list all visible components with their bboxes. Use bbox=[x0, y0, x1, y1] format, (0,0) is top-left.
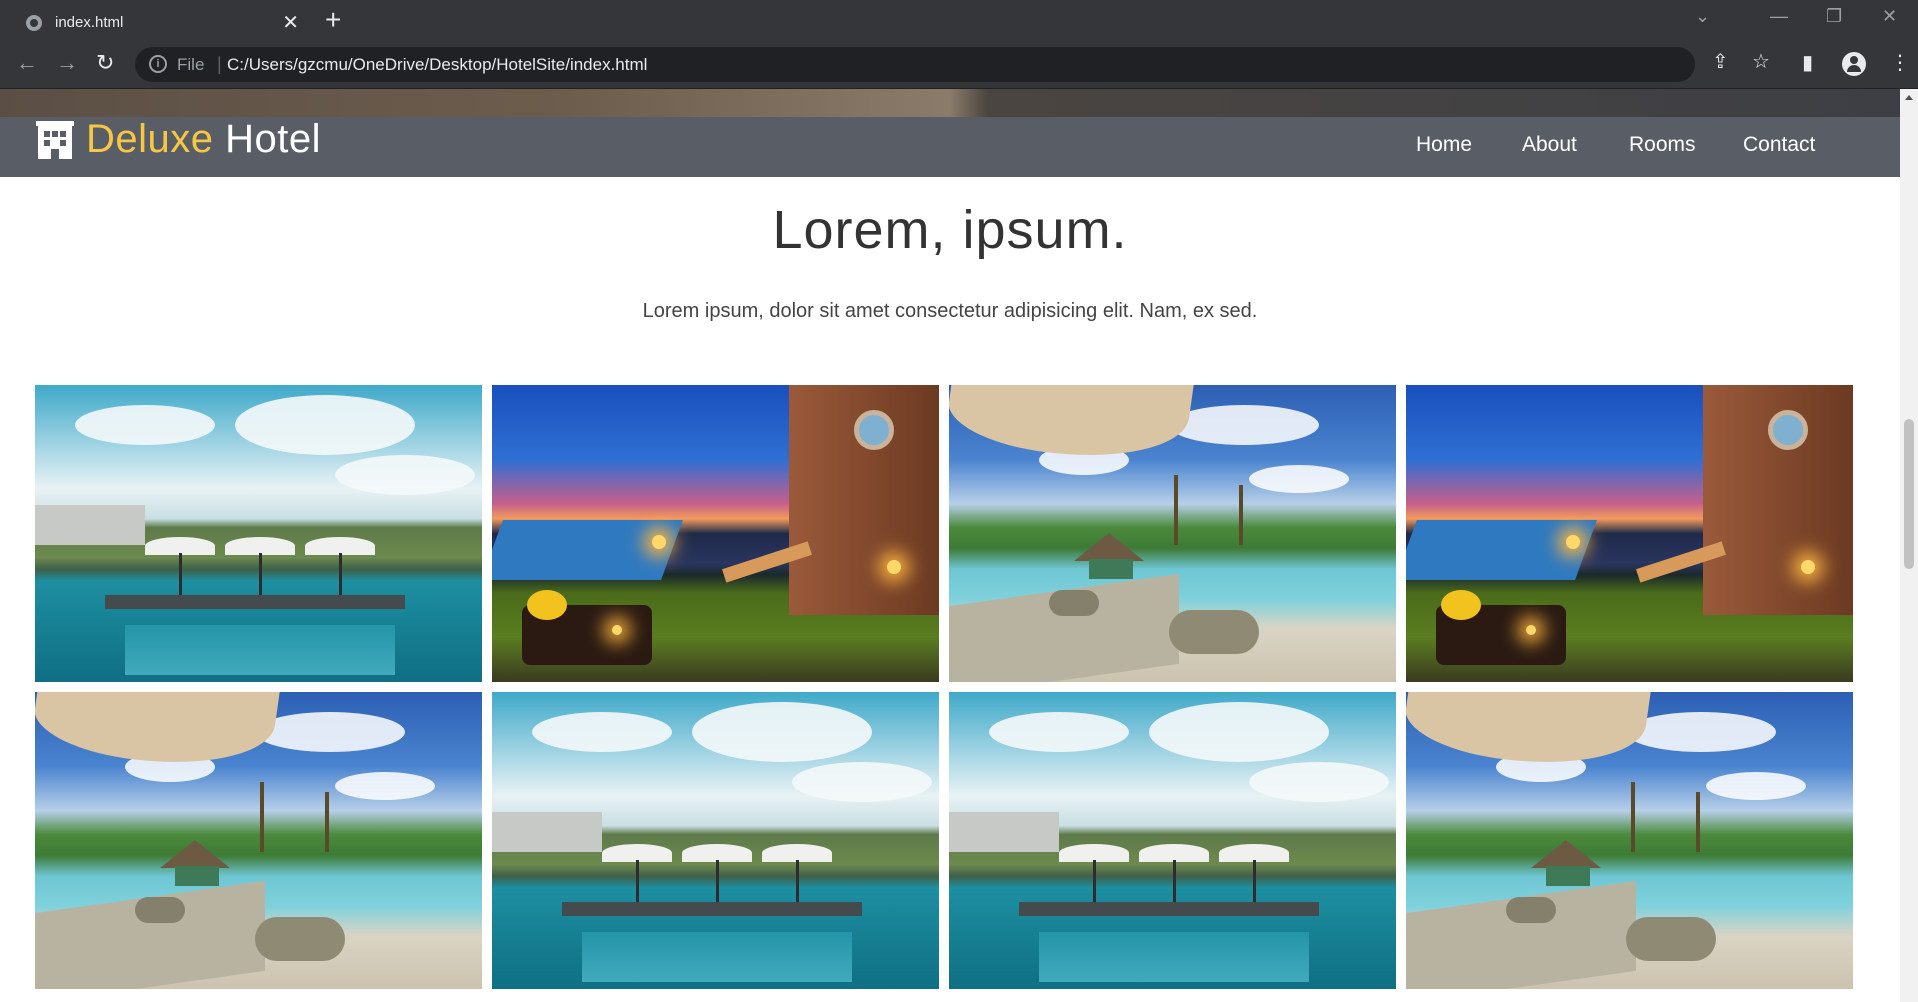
url-separator: | bbox=[217, 54, 222, 74]
browser-tab[interactable]: index.html ✕ bbox=[9, 5, 312, 41]
gallery-photo[interactable] bbox=[1406, 692, 1853, 989]
gallery-photo[interactable] bbox=[1406, 385, 1853, 682]
menu-kebab-icon[interactable]: ⋮ bbox=[1890, 50, 1910, 75]
section-heading: Lorem, ipsum. bbox=[772, 200, 1128, 260]
gallery-photo[interactable] bbox=[492, 692, 939, 989]
brand-name: Deluxe Hotel bbox=[86, 117, 321, 162]
address-bar[interactable]: i File | C:/Users/gzcmu/OneDrive/Desktop… bbox=[135, 47, 1695, 82]
share-icon[interactable]: ⇪ bbox=[1712, 49, 1729, 74]
forward-icon[interactable]: → bbox=[56, 50, 78, 76]
url-text[interactable]: C:/Users/gzcmu/OneDrive/Desktop/HotelSit… bbox=[227, 55, 647, 75]
browser-tab-bar: index.html ✕ + ⌄ — ❐ ✕ bbox=[0, 0, 1918, 41]
gallery-photo[interactable] bbox=[35, 385, 482, 682]
close-window-icon[interactable]: ✕ bbox=[1882, 6, 1897, 27]
gallery-photo[interactable] bbox=[949, 692, 1396, 989]
url-scheme: File bbox=[177, 55, 205, 74]
site-info-icon[interactable]: i bbox=[149, 55, 167, 73]
gallery-photo[interactable] bbox=[949, 385, 1396, 682]
gallery-photo[interactable] bbox=[492, 385, 939, 682]
globe-icon bbox=[26, 15, 42, 31]
close-tab-icon[interactable]: ✕ bbox=[282, 10, 299, 35]
nav-link-home[interactable]: Home bbox=[1416, 133, 1472, 157]
tab-title: index.html bbox=[55, 14, 124, 31]
nav-link-contact[interactable]: Contact bbox=[1743, 133, 1815, 157]
bookmark-star-icon[interactable]: ☆ bbox=[1752, 49, 1770, 74]
site-navbar: Deluxe Hotel Home About Rooms Contact bbox=[0, 117, 1900, 177]
hotel-building-icon bbox=[36, 120, 74, 159]
restore-icon[interactable]: ❐ bbox=[1826, 6, 1842, 27]
section-subtext: Lorem ipsum, dolor sit amet consectetur … bbox=[642, 300, 1258, 322]
browser-toolbar: ← → ↻ i File | C:/Users/gzcmu/OneDrive/D… bbox=[0, 41, 1918, 89]
minimize-icon[interactable]: — bbox=[1770, 6, 1788, 27]
page-viewport: Deluxe Hotel Home About Rooms Contact Lo… bbox=[0, 89, 1900, 1002]
scroll-up-arrow-icon[interactable] bbox=[1905, 95, 1913, 100]
back-icon[interactable]: ← bbox=[16, 50, 38, 76]
new-tab-button[interactable]: + bbox=[325, 4, 341, 36]
gallery-photo[interactable] bbox=[35, 692, 482, 989]
nav-link-rooms[interactable]: Rooms bbox=[1629, 133, 1696, 157]
brand-name-accent: Deluxe bbox=[86, 117, 214, 161]
reload-icon[interactable]: ↻ bbox=[96, 50, 114, 76]
hero-image-strip bbox=[0, 89, 1900, 117]
scrollbar-thumb[interactable] bbox=[1904, 419, 1914, 569]
brand-name-rest: Hotel bbox=[225, 117, 322, 161]
profile-avatar-icon[interactable] bbox=[1842, 52, 1866, 76]
side-panel-icon[interactable]: ▮ bbox=[1802, 50, 1813, 75]
brand-logo[interactable]: Deluxe Hotel bbox=[36, 117, 321, 162]
tab-search-icon[interactable]: ⌄ bbox=[1695, 6, 1710, 27]
page-scrollbar[interactable] bbox=[1900, 89, 1918, 1002]
nav-link-about[interactable]: About bbox=[1522, 133, 1577, 157]
